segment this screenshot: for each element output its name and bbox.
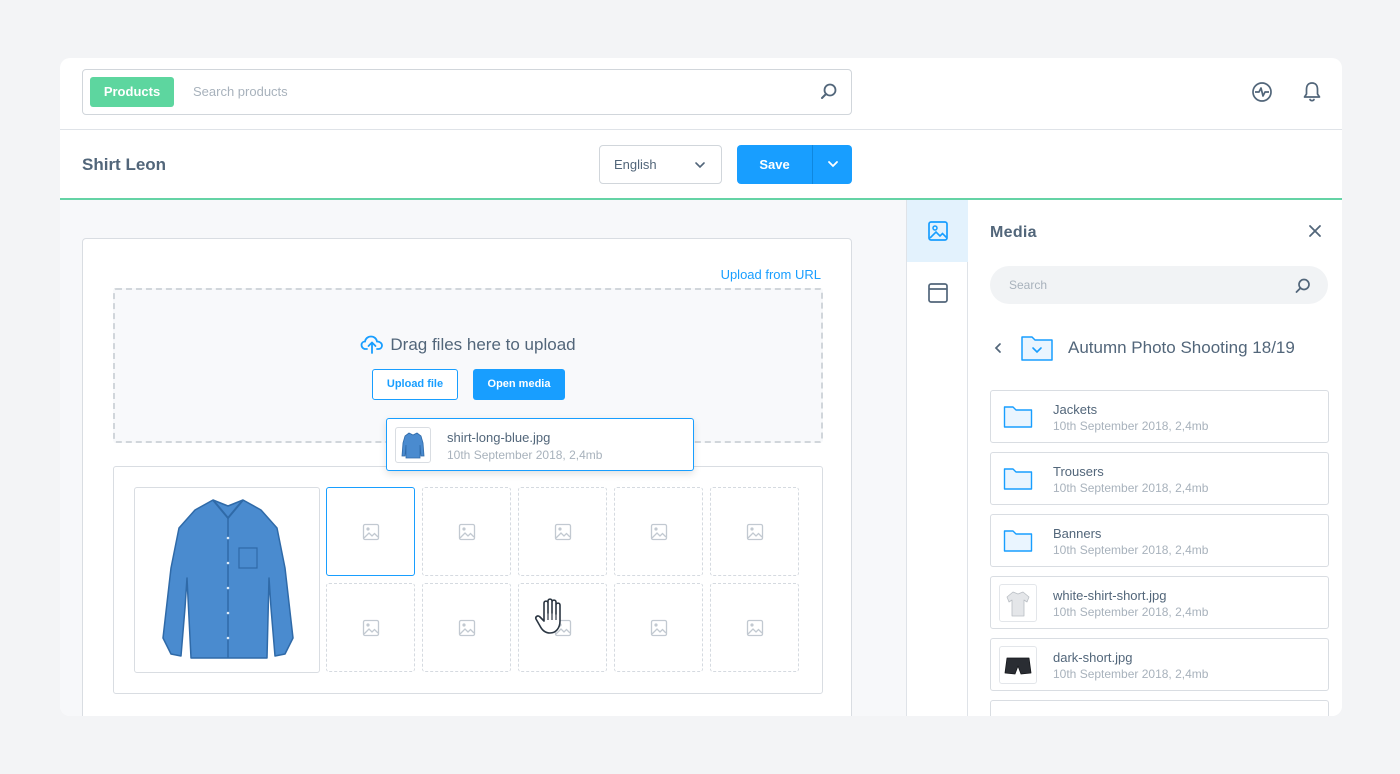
image-placeholder-icon <box>362 523 380 541</box>
media-item-name: Trousers <box>1053 464 1104 479</box>
current-folder-name: Autumn Photo Shooting 18/19 <box>1068 338 1295 357</box>
sidebar-tabs <box>906 200 968 716</box>
bell-icon[interactable] <box>1300 80 1324 104</box>
media-item-meta: 10th September 2018, 2,4mb <box>1053 667 1209 681</box>
open-media-button[interactable]: Open media <box>473 369 565 400</box>
chevron-down-icon <box>828 161 838 168</box>
image-placeholder-icon <box>746 619 764 637</box>
media-search-placeholder: Search <box>1009 278 1048 292</box>
dragged-file-meta: 10th September 2018, 2,4mb <box>447 448 603 462</box>
image-gallery <box>113 466 823 694</box>
save-options-button[interactable] <box>812 145 852 184</box>
image-placeholder-icon <box>362 619 380 637</box>
page-title: Shirt Leon <box>82 155 167 174</box>
blue-shirt-thumbnail <box>401 432 425 459</box>
media-item-name: dark-short.jpg <box>1053 650 1133 665</box>
title-bar: Shirt Leon English Save <box>60 130 1342 200</box>
image-slot[interactable] <box>422 487 511 576</box>
image-slot[interactable] <box>326 487 415 576</box>
chevron-down-icon <box>695 162 705 169</box>
image-slot[interactable] <box>710 487 799 576</box>
image-icon <box>928 221 948 241</box>
image-slot[interactable] <box>422 583 511 672</box>
media-item-folder[interactable]: Trousers 10th September 2018, 2,4mb <box>990 452 1329 505</box>
media-item-name: Jackets <box>1053 402 1098 417</box>
image-slot[interactable] <box>326 583 415 672</box>
media-panel-title: Media <box>990 224 1037 241</box>
media-item-thumbnail <box>999 646 1037 684</box>
image-slot[interactable] <box>518 487 607 576</box>
top-bar: Products Search products <box>60 58 1342 130</box>
search-icon[interactable] <box>819 82 839 102</box>
media-item-meta: 10th September 2018, 2,4mb <box>1053 543 1209 557</box>
image-placeholder-icon <box>554 523 572 541</box>
image-placeholder-icon <box>746 523 764 541</box>
cloud-upload-icon <box>360 335 384 354</box>
dark-shorts-thumbnail <box>1004 657 1032 675</box>
language-value: English <box>614 157 657 172</box>
blue-shirt-image <box>162 499 294 659</box>
image-placeholder-icon <box>458 619 476 637</box>
image-placeholder-icon <box>458 523 476 541</box>
media-item-meta: 10th September 2018, 2,4mb <box>1053 605 1209 619</box>
media-item-meta: 10th September 2018, 2,4mb <box>1053 481 1209 495</box>
chevron-left-icon[interactable] <box>992 342 1004 354</box>
close-icon[interactable] <box>1308 224 1322 238</box>
media-item-folder[interactable]: Jackets 10th September 2018, 2,4mb <box>990 390 1329 443</box>
upload-file-button[interactable]: Upload file <box>372 369 458 400</box>
media-item-meta: 10th September 2018, 2,4mb <box>1053 419 1209 433</box>
media-item-name: white-shirt-short.jpg <box>1053 588 1167 603</box>
dragged-file-thumbnail <box>395 427 431 463</box>
search-icon[interactable] <box>1294 277 1312 295</box>
dragged-file-card[interactable]: shirt-long-blue.jpg 10th September 2018,… <box>386 418 694 471</box>
media-item-image[interactable]: white-shirt-short.jpg 10th September 201… <box>990 576 1329 629</box>
tab-media[interactable] <box>907 200 968 262</box>
search-type-badge[interactable]: Products <box>90 77 174 107</box>
folder-icon <box>1003 530 1033 552</box>
upload-from-url-link[interactable]: Upload from URL <box>721 267 821 282</box>
search-input[interactable]: Search products <box>193 70 288 114</box>
media-item-name: Banners <box>1053 526 1102 541</box>
image-placeholder-icon <box>650 523 668 541</box>
app-window: Products Search products Shirt Leon Engl… <box>60 58 1342 716</box>
folder-icon <box>1003 468 1033 490</box>
drop-text: Drag files here to upload <box>390 335 576 354</box>
image-slot[interactable] <box>614 487 703 576</box>
image-placeholder-icon <box>650 619 668 637</box>
image-slot[interactable] <box>710 583 799 672</box>
dragged-file-name: shirt-long-blue.jpg <box>447 430 551 445</box>
activity-icon[interactable] <box>1250 80 1274 104</box>
drop-message: Drag files here to upload <box>115 334 821 355</box>
media-item-folder[interactable]: Banners 10th September 2018, 2,4mb <box>990 514 1329 567</box>
hand-cursor-icon <box>534 598 561 634</box>
window-icon <box>928 283 948 303</box>
save-button[interactable]: Save <box>737 145 812 184</box>
global-search[interactable]: Products Search products <box>82 69 852 115</box>
folder-icon[interactable] <box>1020 334 1054 362</box>
media-item-partial[interactable] <box>990 700 1329 716</box>
media-item-image[interactable]: dark-short.jpg 10th September 2018, 2,4m… <box>990 638 1329 691</box>
media-card: Upload from URL Drag files here to uploa… <box>82 238 852 716</box>
folder-icon <box>1003 406 1033 428</box>
tab-layout[interactable] <box>907 262 968 324</box>
media-panel: Media Search Autumn Photo Shooting 18/19… <box>968 200 1342 716</box>
white-shirt-thumbnail <box>1006 591 1030 617</box>
image-slot[interactable] <box>614 583 703 672</box>
media-item-thumbnail <box>999 584 1037 622</box>
language-select[interactable]: English <box>599 145 722 184</box>
media-search-input[interactable]: Search <box>990 266 1328 304</box>
cover-image[interactable] <box>134 487 320 673</box>
